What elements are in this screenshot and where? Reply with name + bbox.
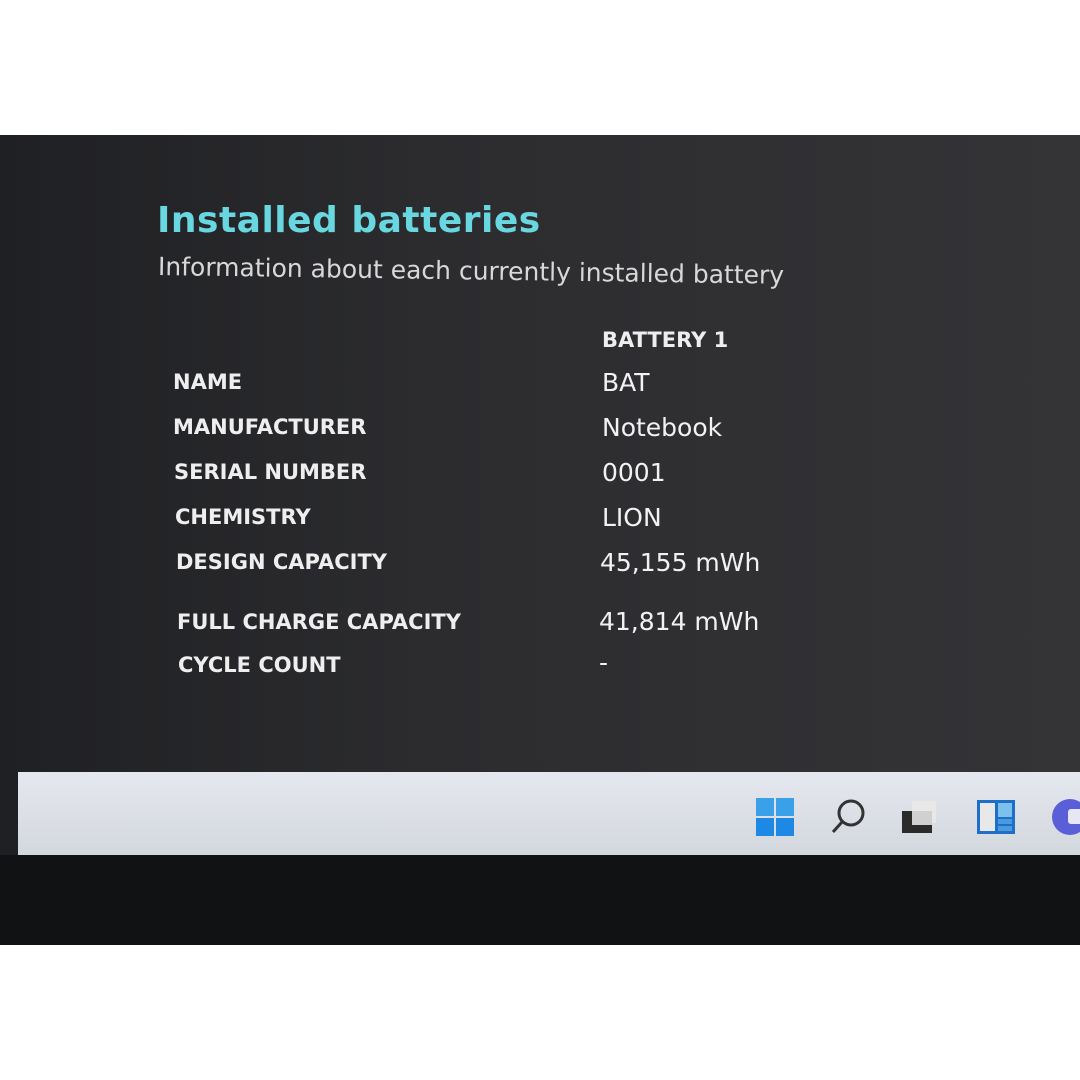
task-view-icon[interactable] [900, 797, 940, 837]
page-title: Installed batteries [157, 200, 541, 241]
row-label-manufacturer: MANUFACTURER [173, 415, 367, 439]
row-value-cycle-count: - [599, 648, 609, 677]
widgets-icon[interactable] [976, 797, 1016, 837]
row-value-design-capacity: 45,155 mWh [600, 548, 761, 577]
row-value-full-charge-capacity: 41,814 mWh [599, 607, 760, 636]
row-label-chemistry: CHEMISTRY [175, 505, 311, 529]
row-label-serial: SERIAL NUMBER [174, 460, 367, 484]
column-header-battery-1: BATTERY 1 [602, 328, 729, 352]
row-value-chemistry: LION [602, 503, 662, 532]
row-label-full-charge-capacity: FULL CHARGE CAPACITY [177, 610, 461, 634]
chat-icon[interactable] [1048, 797, 1080, 837]
taskbar [18, 772, 1080, 855]
monitor-bezel [0, 855, 1080, 945]
row-value-serial: 0001 [602, 458, 666, 487]
row-value-manufacturer: Notebook [602, 413, 723, 442]
row-label-name: NAME [173, 370, 243, 394]
row-value-name: BAT [602, 368, 650, 397]
windows-start-icon[interactable] [755, 797, 795, 837]
row-label-design-capacity: DESIGN CAPACITY [176, 550, 387, 574]
search-icon[interactable] [828, 797, 868, 837]
row-label-cycle-count: CYCLE COUNT [178, 653, 341, 677]
